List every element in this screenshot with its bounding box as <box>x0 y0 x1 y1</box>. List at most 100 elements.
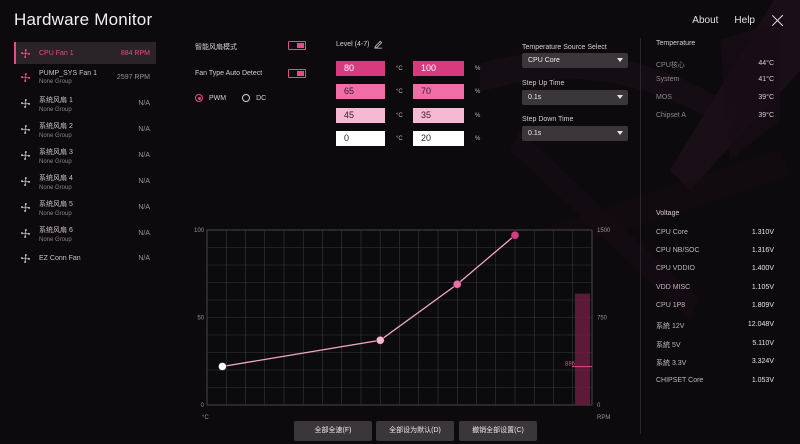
voltage-name: CPU 1P8 <box>656 302 686 309</box>
level-temp-input[interactable]: 65 <box>336 84 385 99</box>
fan-name: 系统风扇 5 <box>39 200 73 208</box>
fan-item-cpu-fan-1[interactable]: CPU Fan 1 884 RPM <box>14 42 156 64</box>
temp-name: CPU核心 <box>656 62 685 69</box>
fan-group: None Group <box>39 106 72 113</box>
fan-name: 系统风扇 4 <box>39 174 73 182</box>
y-tick-label: 0 <box>201 403 205 409</box>
pwm-radio[interactable] <box>195 94 203 102</box>
level-temp-input[interactable]: 0 <box>336 131 385 146</box>
level-temp-input[interactable]: 45 <box>336 108 385 123</box>
temp-value: 44°C <box>758 60 774 67</box>
voltage-name: 系統 12V <box>656 323 685 330</box>
curve-point-handle[interactable] <box>453 280 462 289</box>
chevron-down-icon <box>617 131 623 135</box>
fan-name: 系统风扇 2 <box>39 122 73 130</box>
temp-source-select[interactable]: CPU Core <box>522 53 628 68</box>
percent-unit-label: % <box>475 136 481 142</box>
level-label: Level (4-7) <box>336 41 370 48</box>
temp-row: MOS 39°C <box>656 94 774 101</box>
fan-name: 系统风扇 3 <box>39 148 73 156</box>
fan-speed: 2597 RPM <box>116 74 150 81</box>
step-down-time-label: Step Down Time <box>522 116 574 123</box>
fan-speed: N/A <box>138 100 150 107</box>
fan-item-sys-fan-4[interactable]: 系统风扇 4 None Group N/A <box>14 169 156 194</box>
step-up-time-value: 0.1s <box>528 94 542 101</box>
fan-name: 系统风扇 1 <box>39 96 73 104</box>
fan-curve-line <box>222 234 516 368</box>
fan-list: CPU Fan 1 884 RPM PUMP_SYS Fan 1 None Gro… <box>14 42 156 270</box>
temp-row: System 41°C <box>656 76 774 83</box>
temp-row: Chipset A 39°C <box>656 112 774 119</box>
voltage-value: 5.110V <box>752 340 774 347</box>
voltage-value: 1.310V <box>751 229 774 236</box>
fan-item-sys-fan-3[interactable]: 系统风扇 3 None Group N/A <box>14 143 156 168</box>
level-percent-input[interactable]: 70 <box>413 84 464 99</box>
voltage-row: 系統 3.3V 3.324V <box>656 358 774 368</box>
full-speed-button[interactable]: 全部全速(F) <box>294 421 372 441</box>
fan-speed: N/A <box>138 204 150 211</box>
cancel-all-button[interactable]: 撤销全部设置(C) <box>459 421 537 441</box>
level-percent-input[interactable]: 100 <box>413 61 464 76</box>
step-down-time-select[interactable]: 0.1s <box>522 126 628 141</box>
voltage-name: 系統 3.3V <box>656 360 687 367</box>
voltage-value: 12.048V <box>747 321 774 328</box>
help-link[interactable]: Help <box>734 15 755 26</box>
level-percent-input[interactable]: 20 <box>413 131 464 146</box>
voltage-value: 1.316V <box>751 247 774 254</box>
about-link[interactable]: About <box>692 15 718 26</box>
chevron-down-icon <box>617 58 623 62</box>
fan-item-ez-conn-fan[interactable]: EZ Conn Fan N/A <box>14 247 156 269</box>
percent-unit-label: % <box>475 66 481 72</box>
dc-label: DC <box>256 94 267 102</box>
step-down-time-value: 0.1s <box>528 130 542 137</box>
fan-speed: N/A <box>138 254 150 262</box>
fan-item-sys-fan-6[interactable]: 系统风扇 6 None Group N/A <box>14 221 156 246</box>
fan-icon <box>20 72 31 83</box>
fan-icon <box>20 98 31 109</box>
voltage-value: 1.053V <box>751 377 774 384</box>
fan-icon <box>20 150 31 161</box>
fan-speed: N/A <box>138 230 150 237</box>
voltage-name: CPU VDDIO <box>656 265 695 272</box>
voltage-title: Voltage <box>656 210 680 217</box>
curve-point-handle[interactable] <box>376 336 385 345</box>
panel-divider <box>640 38 641 434</box>
voltage-name: CHIPSET Core <box>656 377 704 384</box>
temp-value: 39°C <box>758 94 774 101</box>
set-default-button[interactable]: 全部设为默认(D) <box>376 421 454 441</box>
fan-group: None Group <box>39 158 72 165</box>
dc-radio[interactable] <box>242 94 251 102</box>
fan-item-sys-fan-1[interactable]: 系统风扇 1 None Group N/A <box>14 91 156 116</box>
percent-unit-label: % <box>475 113 481 119</box>
curve-point-handle[interactable] <box>218 362 227 371</box>
fan-item-sys-fan-5[interactable]: 系统风扇 5 None Group N/A <box>14 195 156 220</box>
smart-fan-mode-toggle[interactable] <box>288 41 306 50</box>
pwm-label: PWM <box>209 94 227 102</box>
fan-item-sys-fan-2[interactable]: 系统风扇 2 None Group N/A <box>14 117 156 142</box>
curve-point-handle[interactable] <box>510 231 520 240</box>
fan-name: EZ Conn Fan <box>39 254 81 262</box>
fan-type-auto-detect-toggle[interactable] <box>288 69 306 78</box>
level-percent-input[interactable]: 35 <box>413 108 464 123</box>
voltage-row: CPU NB/SOC 1.316V <box>656 247 774 254</box>
step-up-time-select[interactable]: 0.1s <box>522 90 628 105</box>
x-unit-label: °C <box>202 415 209 421</box>
temp-row: CPU核心 44°C <box>656 60 774 70</box>
fan-group: None Group <box>39 79 72 85</box>
temp-name: Chipset A <box>656 112 686 119</box>
temp-unit-label: °C <box>396 66 403 72</box>
voltage-value: 1.809V <box>751 302 774 309</box>
fan-group: None Group <box>39 236 72 243</box>
pencil-icon[interactable] <box>374 40 383 49</box>
temp-unit-label: °C <box>396 113 403 119</box>
voltage-value: 1.400V <box>751 265 774 272</box>
close-icon[interactable] <box>771 14 784 27</box>
temperature-title: Temperature <box>656 40 696 47</box>
fan-name: CPU Fan 1 <box>39 49 74 57</box>
fan-group: None Group <box>39 132 72 139</box>
temp-name: MOS <box>656 94 672 101</box>
voltage-name: 系統 5V <box>656 342 681 349</box>
fan-item-pump-sys-fan-1[interactable]: PUMP_SYS Fan 1 None Group 2597 RPM <box>14 65 156 90</box>
level-temp-input[interactable]: 80 <box>336 61 385 76</box>
fan-icon <box>20 176 31 187</box>
